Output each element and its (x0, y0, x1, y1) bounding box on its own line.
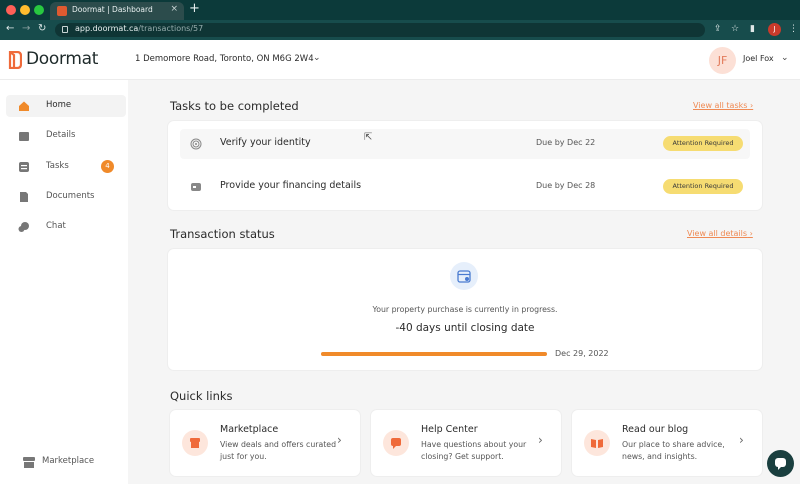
task-row[interactable]: Provide your financing details Due by De… (180, 172, 750, 202)
sidebar-item-label: Chat (46, 221, 66, 231)
sidebar-item-label: Details (46, 130, 76, 140)
sidebar-item-details[interactable]: Details (6, 125, 126, 147)
document-icon (20, 192, 28, 202)
back-icon[interactable]: ← (6, 23, 14, 34)
maximize-window-button[interactable] (34, 5, 44, 15)
closing-progress-bar (321, 352, 547, 356)
task-label: Verify your identity (220, 137, 311, 148)
closing-countdown: -40 days until closing date (395, 322, 535, 334)
sidebar-panel-icon[interactable]: ▮ (750, 24, 755, 34)
quick-link-title: Marketplace (220, 424, 279, 435)
quick-link-description: Have questions about your closing? Get s… (421, 440, 527, 461)
task-due-date: Due by Dec 28 (536, 181, 596, 190)
forward-icon[interactable]: → (22, 23, 30, 34)
tasks-card: Verify your identity Due by Dec 22 Atten… (168, 121, 762, 210)
reload-icon[interactable]: ↻ (38, 23, 46, 34)
sidebar-item-chat[interactable]: Chat (6, 216, 126, 238)
support-chat-icon (383, 430, 409, 456)
quick-link-title: Help Center (421, 424, 478, 435)
quick-link-title: Read our blog (622, 424, 689, 435)
logo-text[interactable]: Doormat (26, 49, 98, 69)
chat-widget-button[interactable] (767, 450, 794, 477)
calendar-status-icon (450, 262, 478, 290)
sidebar-item-label: Documents (46, 191, 95, 201)
home-icon (19, 101, 29, 111)
user-menu-chevron-icon[interactable]: ⌄ (781, 53, 789, 63)
sidebar: Home Details Tasks 4 Documents Chat Mark… (0, 80, 128, 484)
doormat-logo-icon (8, 51, 22, 69)
browser-tab-bar: Doormat | Dashboard × + (0, 0, 800, 20)
mouse-cursor-icon: ⇱ (364, 132, 373, 143)
favicon-icon (57, 6, 67, 16)
quick-link-blog[interactable]: Read our blog Our place to share advice,… (572, 410, 762, 476)
sidebar-item-documents[interactable]: Documents (6, 186, 126, 208)
financing-icon (191, 183, 201, 191)
task-due-date: Due by Dec 22 (536, 138, 596, 147)
quick-link-marketplace[interactable]: Marketplace View deals and offers curate… (170, 410, 360, 476)
bookmark-star-icon[interactable]: ☆ (731, 24, 739, 34)
transaction-section-title: Transaction status (170, 227, 275, 241)
user-avatar[interactable]: JF (709, 47, 736, 74)
transaction-message: Your property purchase is currently in p… (372, 305, 558, 314)
sidebar-item-home[interactable]: Home (6, 95, 126, 117)
sidebar-item-tasks[interactable]: Tasks 4 (6, 156, 126, 178)
open-book-icon (584, 430, 610, 456)
closing-date: Dec 29, 2022 (555, 349, 609, 358)
quick-link-description: Our place to share advice, news, and ins… (622, 440, 725, 461)
user-name[interactable]: Joel Fox (743, 54, 774, 63)
quick-link-help-center[interactable]: Help Center Have questions about your cl… (371, 410, 561, 476)
lock-icon (62, 26, 68, 33)
sidebar-bottom-label: Marketplace (42, 456, 95, 466)
fingerprint-icon (190, 138, 202, 150)
sidebar-item-label: Home (46, 100, 72, 110)
folder-icon (19, 132, 29, 141)
url-text: app.doormat.ca/transactions/57 (75, 24, 204, 33)
new-tab-button[interactable]: + (189, 1, 200, 16)
storefront-icon (182, 430, 208, 456)
url-field[interactable]: app.doormat.ca/transactions/57 (55, 23, 705, 37)
chevron-right-icon: › (337, 433, 342, 447)
browser-tab[interactable]: Doormat | Dashboard × (50, 2, 184, 20)
browser-menu-icon[interactable]: ⋮ (789, 24, 798, 34)
transaction-status-card: Your property purchase is currently in p… (168, 249, 762, 370)
status-badge: Attention Required (663, 136, 743, 151)
chat-icon (18, 222, 29, 232)
sidebar-item-label: Tasks (46, 161, 69, 171)
property-address-selector[interactable]: 1 Demomore Road, Toronto, ON M6G 2W4 (135, 54, 314, 64)
view-all-tasks-link[interactable]: View all tasks › (693, 101, 753, 110)
tab-title: Doormat | Dashboard (72, 5, 153, 14)
chevron-right-icon: › (739, 433, 744, 447)
checklist-icon (19, 162, 29, 172)
app-header: Doormat 1 Demomore Road, Toronto, ON M6G… (0, 40, 800, 80)
tasks-count-badge: 4 (101, 160, 114, 173)
chat-bubble-icon (775, 458, 786, 470)
storefront-icon (23, 457, 35, 468)
status-badge: Attention Required (663, 179, 743, 194)
quick-links-title: Quick links (170, 389, 233, 403)
close-window-button[interactable] (6, 5, 16, 15)
task-label: Provide your financing details (220, 180, 362, 191)
chevron-right-icon: › (538, 433, 543, 447)
closing-progress-fill (321, 352, 547, 356)
browser-address-bar: ← → ↻ app.doormat.ca/transactions/57 ⇪ ☆… (0, 20, 800, 40)
view-all-details-link[interactable]: View all details › (687, 229, 753, 238)
tab-close-icon[interactable]: × (170, 4, 178, 14)
minimize-window-button[interactable] (20, 5, 30, 15)
tasks-section-title: Tasks to be completed (170, 99, 299, 113)
chevron-down-icon[interactable]: ⌄ (313, 53, 321, 63)
task-row[interactable]: Verify your identity Due by Dec 22 Atten… (180, 129, 750, 159)
sidebar-item-marketplace[interactable]: Marketplace (22, 454, 94, 473)
browser-profile-avatar[interactable]: J (768, 23, 781, 36)
quick-link-description: View deals and offers curated just for y… (220, 440, 337, 461)
share-icon[interactable]: ⇪ (714, 24, 722, 34)
